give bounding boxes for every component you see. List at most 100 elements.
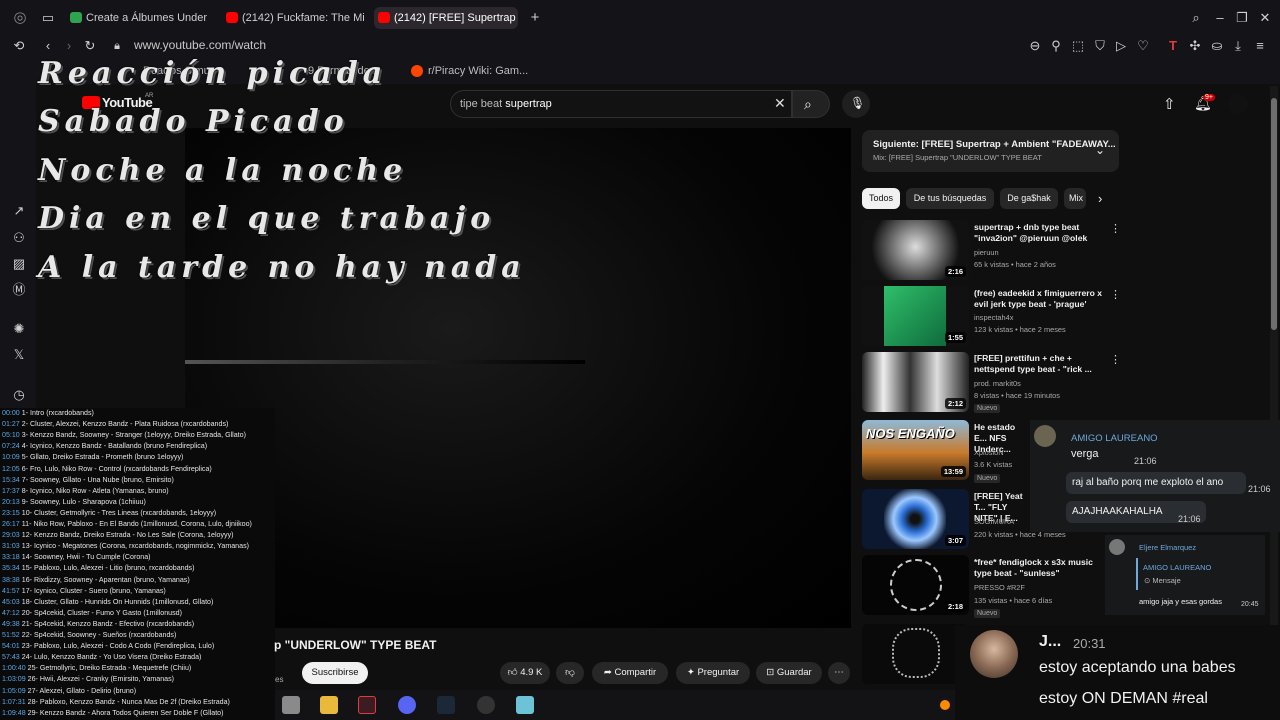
track-timestamp[interactable]: 20:13 bbox=[2, 498, 20, 506]
tracklist-row[interactable]: 10:09 5- Gllato, Dreiko Estrada - Promet… bbox=[2, 452, 183, 463]
chip-mix[interactable]: Mix bbox=[1064, 188, 1086, 209]
ask-button[interactable]: ✦ Preguntar bbox=[676, 662, 750, 684]
related-channel[interactable]: XplosioN bbox=[974, 448, 1004, 457]
track-timestamp[interactable]: 54:01 bbox=[2, 642, 20, 650]
tracklist-row[interactable]: 07:24 4- Icynico, Kenzzo Bandz - Batalla… bbox=[2, 441, 207, 452]
track-timestamp[interactable]: 45:03 bbox=[2, 598, 20, 606]
x-twitter-icon[interactable]: 𝕏 bbox=[11, 347, 27, 363]
more-icon[interactable]: ⋮ bbox=[1110, 353, 1121, 366]
track-timestamp[interactable]: 1:03:09 bbox=[2, 675, 26, 683]
opera-gx-logo-icon[interactable]: ◎ bbox=[12, 10, 28, 26]
tracklist-row[interactable]: 35:34 15- Pabloxo, Lulo, Alexzei - Litio… bbox=[2, 563, 194, 574]
new-tab-button[interactable]: + bbox=[527, 10, 543, 26]
restore-icon[interactable]: ❐ bbox=[1234, 10, 1250, 26]
back-icon[interactable]: ‹ bbox=[40, 38, 56, 54]
up-next-panel[interactable] bbox=[862, 130, 1119, 172]
more-icon[interactable]: ⋮ bbox=[1110, 288, 1121, 301]
track-timestamp[interactable]: 29:03 bbox=[2, 531, 20, 539]
track-timestamp[interactable]: 35:34 bbox=[2, 564, 20, 572]
downloads-icon[interactable]: ⤓ bbox=[1230, 38, 1246, 54]
search-button[interactable]: ⌕ bbox=[792, 90, 830, 118]
app-icon[interactable] bbox=[516, 696, 534, 714]
related-title[interactable]: [FREE] prettifun + che + nettspend type … bbox=[974, 353, 1102, 375]
related-thumbnail[interactable]: NOS ENGAÑO 13:59 bbox=[862, 420, 969, 480]
track-timestamp[interactable]: 01:27 bbox=[2, 420, 20, 428]
more-actions-button[interactable]: ⋯ bbox=[828, 662, 850, 684]
tracklist-row[interactable]: 1:00:40 25- Getmollyric, Dreiko Estrada … bbox=[2, 663, 191, 674]
track-timestamp[interactable]: 49:38 bbox=[2, 620, 20, 628]
track-timestamp[interactable]: 26:17 bbox=[2, 520, 20, 528]
tracklist-row[interactable]: 20:13 9- Soowney, Lulo - Sharapova (1chi… bbox=[2, 497, 146, 508]
tracklist-row[interactable]: 57:43 24- Lulo, Kenzzo Bandz - Yo Uso Vi… bbox=[2, 652, 201, 663]
track-timestamp[interactable]: 1:09:48 bbox=[2, 709, 26, 717]
tab-supertrap[interactable]: (2142) [FREE] Supertrap " bbox=[374, 7, 518, 29]
track-timestamp[interactable]: 41:57 bbox=[2, 587, 20, 595]
tracklist-row[interactable]: 26:17 11- Niko Row, Pabloxo - En El Band… bbox=[2, 519, 252, 530]
related-thumbnail[interactable] bbox=[862, 624, 969, 684]
folder-icon[interactable] bbox=[320, 696, 338, 714]
related-channel[interactable]: inspectah4x bbox=[974, 313, 1013, 322]
history-icon[interactable]: ◷ bbox=[11, 387, 27, 403]
reload-icon[interactable]: ↻ bbox=[82, 38, 98, 54]
track-timestamp[interactable]: 17:37 bbox=[2, 487, 20, 495]
url-field[interactable]: www.youtube.com/watch bbox=[134, 38, 266, 52]
chevron-right-icon[interactable]: › bbox=[1098, 191, 1102, 206]
track-timestamp[interactable]: 47:12 bbox=[2, 609, 20, 617]
track-timestamp[interactable]: 57:43 bbox=[2, 653, 20, 661]
clear-search-icon[interactable]: ✕ bbox=[774, 95, 786, 112]
more-icon[interactable]: ⋮ bbox=[1110, 222, 1121, 235]
tracklist-row[interactable]: 38:38 16- Rixdizzy, Soowney - Aparentan … bbox=[2, 575, 190, 586]
track-timestamp[interactable]: 05:10 bbox=[2, 431, 20, 439]
like-button[interactable]: 👍︎ 4.9 K bbox=[500, 662, 550, 684]
track-timestamp[interactable]: 1:05:09 bbox=[2, 687, 26, 695]
track-timestamp[interactable]: 07:24 bbox=[2, 442, 20, 450]
gx-corner-icon[interactable]: ↗ bbox=[11, 203, 27, 219]
forward-icon[interactable]: › bbox=[61, 38, 77, 54]
chevron-down-icon[interactable]: ⌄ bbox=[1095, 143, 1105, 157]
steam-icon[interactable] bbox=[437, 696, 455, 714]
search-input[interactable]: tipe beat supertrap bbox=[450, 90, 792, 118]
tab-overview-icon[interactable]: ▭ bbox=[40, 10, 56, 26]
minimize-icon[interactable]: – bbox=[1212, 10, 1228, 26]
wallet-icon[interactable]: ⛀ bbox=[1209, 38, 1225, 54]
chip-busquedas[interactable]: De tus búsquedas bbox=[906, 188, 994, 209]
related-thumbnail[interactable]: 3:07 bbox=[862, 489, 969, 549]
sync-icon[interactable]: ⟲ bbox=[11, 38, 27, 54]
bookmark-item[interactable]: r/Piracy Wiki: Gam... bbox=[428, 65, 528, 77]
tracklist-row[interactable]: 1:09:48 29- Kenzzo Bandz - Ahora Todos Q… bbox=[2, 708, 224, 719]
subscribe-button[interactable]: Suscribirse bbox=[302, 662, 368, 684]
track-timestamp[interactable]: 23:15 bbox=[2, 509, 20, 517]
track-timestamp[interactable]: 10:09 bbox=[2, 453, 20, 461]
tracklist-row[interactable]: 17:37 8- Icynico, Niko Row - Atleta (Yam… bbox=[2, 486, 169, 497]
shield-icon[interactable]: ⛉ bbox=[1092, 38, 1108, 54]
related-channel[interactable]: prod. markit0s bbox=[974, 379, 1021, 388]
track-timestamp[interactable]: 33:18 bbox=[2, 553, 20, 561]
tracklist-row[interactable]: 1:05:09 27- Alexzei, Gllato - Delirio (b… bbox=[2, 686, 136, 697]
snapshot-icon[interactable]: ⬚ bbox=[1070, 38, 1086, 54]
tracklist-row[interactable]: 05:10 3- Kenzzo Bandz, Soowney - Strange… bbox=[2, 430, 246, 441]
tracklist-row[interactable]: 33:18 14- Soowney, Hwii - Tu Cumple (Cor… bbox=[2, 552, 151, 563]
avatar[interactable] bbox=[1228, 94, 1248, 114]
zoom-icon[interactable]: ⊖ bbox=[1027, 38, 1043, 54]
related-title[interactable]: *free* fendiglock x s3x music type beat … bbox=[974, 557, 1099, 579]
voice-search-button[interactable]: 🎙︎ bbox=[842, 90, 870, 118]
related-thumbnail[interactable]: 2:12 bbox=[862, 352, 969, 412]
tracklist-row[interactable]: 1:03:09 26- Hwii, Alexzei - Cranky (Emir… bbox=[2, 674, 174, 685]
dislike-button[interactable]: 👎︎ bbox=[556, 662, 584, 684]
opera-gx-taskbar-icon[interactable] bbox=[358, 696, 376, 714]
tracklist-row[interactable]: 12:05 6- Fro, Lulo, Niko Row - Control (… bbox=[2, 464, 212, 475]
track-timestamp[interactable]: 51:52 bbox=[2, 631, 20, 639]
tracklist-row[interactable]: 41:57 17- Icynico, Cluster - Suero (brun… bbox=[2, 586, 166, 597]
track-timestamp[interactable]: 1:07:31 bbox=[2, 698, 26, 706]
tracklist-row[interactable]: 51:52 22- Sp4cekid, Soowney - Sueños (rx… bbox=[2, 630, 176, 641]
track-timestamp[interactable]: 00:00 bbox=[2, 409, 20, 417]
twitch-icon[interactable]: ⚇ bbox=[11, 230, 27, 246]
save-button[interactable]: ⊡ Guardar bbox=[756, 662, 822, 684]
tracklist-row[interactable]: 49:38 21- Sp4cekid, Kenzzo Bandz - Efect… bbox=[2, 619, 194, 630]
upload-icon[interactable]: ⇧ bbox=[1163, 95, 1176, 113]
menu-icon[interactable]: ≡ bbox=[1252, 38, 1268, 54]
share-button[interactable]: ➦ Compartir bbox=[592, 662, 668, 684]
heart-icon[interactable]: ♡ bbox=[1135, 38, 1151, 54]
related-channel[interactable]: PRESSO #R2F bbox=[974, 583, 1025, 592]
related-channel[interactable]: SOGIMURA bbox=[974, 517, 1014, 526]
